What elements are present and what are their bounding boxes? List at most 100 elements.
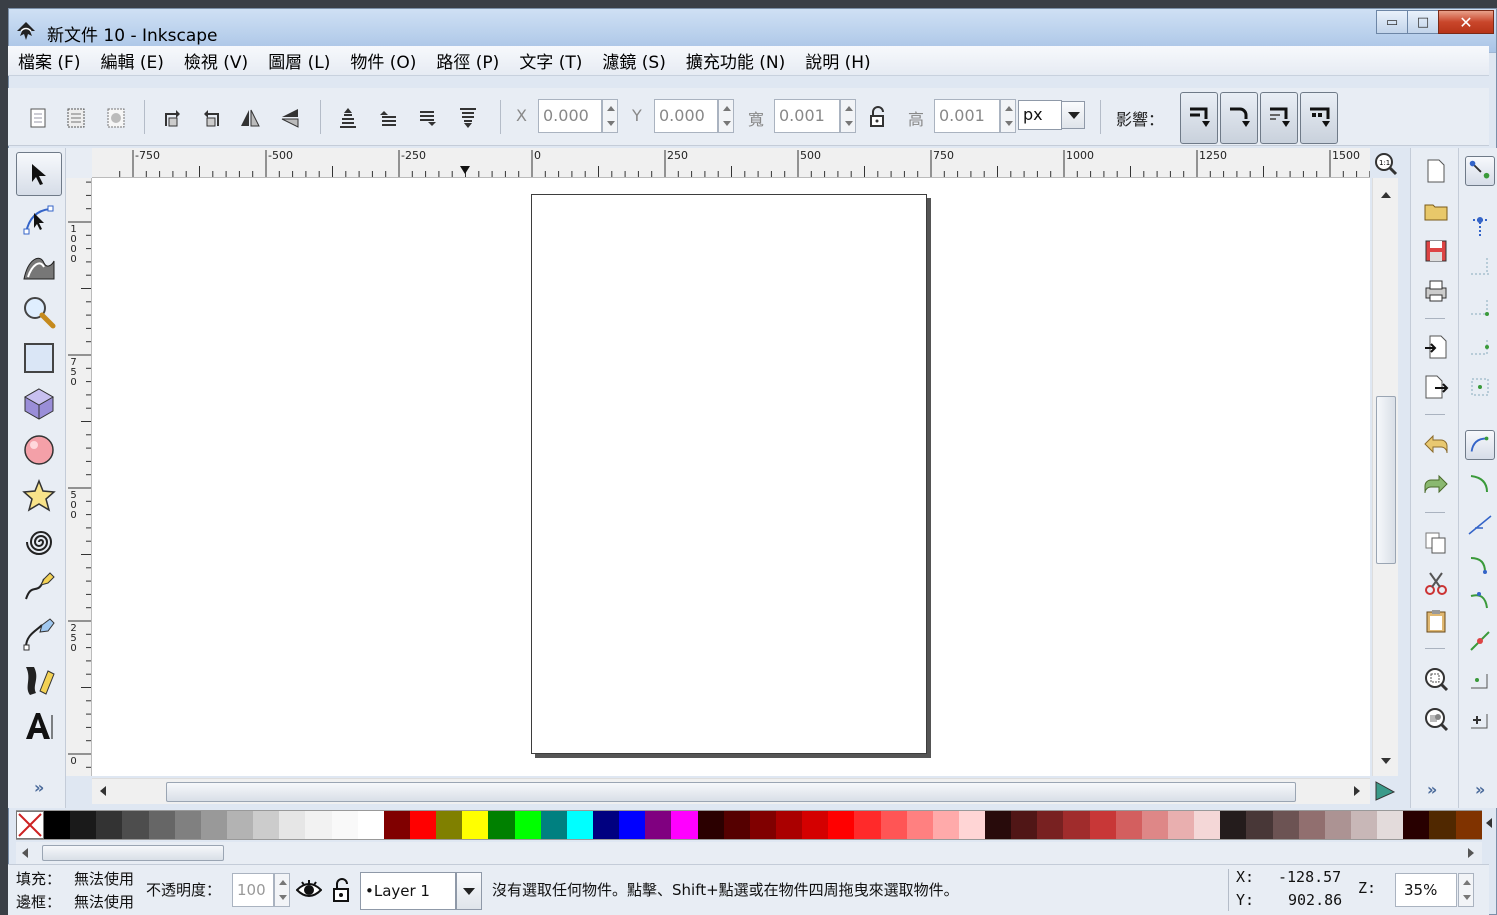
color-swatch[interactable] [645,811,672,839]
color-swatch[interactable] [906,811,933,839]
text-tool[interactable] [16,704,62,748]
unit-dropdown-button[interactable] [1061,101,1085,129]
menu-extensions[interactable]: 擴充功能 (N) [686,48,785,73]
color-swatch[interactable] [514,811,541,839]
menu-object[interactable]: 物件 (O) [350,48,416,73]
color-swatch[interactable] [671,811,698,839]
color-swatch[interactable] [723,811,750,839]
menu-view[interactable]: 檢視 (V) [184,48,248,73]
menu-help[interactable]: 說明 (H) [805,48,870,73]
color-swatch[interactable] [1011,811,1038,839]
snap-paths-icon[interactable] [1465,470,1495,500]
color-swatch[interactable] [540,811,567,839]
snap-rotation-center-icon[interactable] [1465,706,1495,736]
color-swatch[interactable] [279,811,306,839]
zoom-spinner[interactable] [1458,873,1474,907]
color-swatch[interactable] [1220,811,1247,839]
snap-bbox-corner-icon[interactable] [1465,292,1495,322]
horizontal-scroll-thumb[interactable] [166,782,1296,802]
y-spinner[interactable] [718,99,734,133]
color-swatch[interactable] [1429,811,1456,839]
snap-enable-icon[interactable] [1465,156,1495,186]
color-swatch[interactable] [958,811,986,839]
unit-select[interactable]: px [1018,100,1062,130]
transform-gradients-button[interactable] [1260,92,1298,144]
color-swatch[interactable] [1298,811,1325,839]
opacity-spinner[interactable] [274,873,290,907]
snap-bbox-edge-icon[interactable] [1465,252,1495,282]
menu-file[interactable]: 檔案 (F) [18,48,80,73]
color-swatch[interactable] [775,811,803,839]
menu-layer[interactable]: 圖層 (L) [268,48,330,73]
redo-icon[interactable] [1423,472,1449,498]
color-swatch[interactable] [1194,811,1221,839]
color-swatch[interactable] [383,811,410,839]
snap-bbox-icon[interactable] [1465,212,1495,242]
color-swatch[interactable] [828,811,855,839]
scroll-down-icon[interactable] [1381,758,1391,764]
palette-scroll-thumb[interactable] [42,845,224,861]
height-field[interactable]: 0.001 [934,99,1000,133]
x-spinner[interactable] [602,99,618,133]
horizontal-scrollbar[interactable] [92,778,1370,804]
color-swatch[interactable] [932,811,959,839]
color-swatch[interactable] [1115,811,1142,839]
color-swatch[interactable] [96,811,123,839]
color-swatch[interactable] [253,811,280,839]
menu-text[interactable]: 文字 (T) [519,48,582,73]
select-all-layers-icon[interactable] [64,106,88,130]
3dbox-tool[interactable] [16,382,62,426]
snap-cusp-nodes-icon[interactable] [1465,550,1495,580]
menu-edit[interactable]: 編輯 (E) [100,48,163,73]
color-swatch[interactable] [592,811,620,839]
open-folder-icon[interactable] [1423,198,1449,224]
rotate-ccw-icon[interactable] [160,106,184,130]
spiral-tool[interactable] [16,520,62,564]
color-swatch[interactable] [44,811,71,839]
paste-clipboard-icon[interactable] [1423,608,1449,634]
color-swatch[interactable] [148,811,175,839]
vertical-ruler[interactable]: 1000 750 500 250 0 [66,178,92,776]
deselect-icon[interactable] [104,106,128,130]
eye-visibility-icon[interactable] [296,878,322,902]
color-swatch[interactable] [1168,811,1195,839]
menu-filters[interactable]: 濾鏡 (S) [602,48,665,73]
palette-scrollbar[interactable] [16,842,1482,864]
scroll-up-icon[interactable] [1381,192,1391,198]
color-swatch[interactable] [200,811,227,839]
zoom-selection-icon[interactable] [1423,666,1449,692]
selector-tool[interactable] [16,152,62,196]
scale-stroke-button[interactable] [1180,92,1218,144]
color-swatch[interactable] [1324,811,1352,839]
x-field[interactable]: 0.000 [538,99,602,133]
color-swatch[interactable] [462,811,489,839]
circle-tool[interactable] [16,428,62,472]
command-bar-overflow-icon[interactable]: » [1427,780,1437,799]
transform-patterns-button[interactable] [1300,92,1338,144]
snap-bbox-center-icon[interactable] [1465,372,1495,402]
fill-value[interactable]: 無法使用 [74,868,134,889]
color-swatch[interactable] [749,811,776,839]
maximize-button[interactable]: □ [1407,10,1439,34]
zoom-1-to-1-icon[interactable]: 1:1 [1374,152,1398,176]
flip-vertical-icon[interactable] [278,106,302,130]
y-field[interactable]: 0.000 [654,99,718,133]
rotate-cw-icon[interactable] [200,106,224,130]
snap-object-midpoints-icon[interactable] [1465,666,1495,696]
color-swatch[interactable] [854,811,881,839]
color-swatch[interactable] [436,811,463,839]
lower-icon[interactable] [416,106,440,130]
calligraphy-tool[interactable] [16,658,62,702]
color-swatch[interactable] [566,811,593,839]
lower-to-bottom-icon[interactable] [456,106,480,130]
minimize-button[interactable]: ▭ [1376,10,1408,34]
color-swatch[interactable] [802,811,829,839]
palette-scroll-left-icon[interactable] [22,848,28,858]
export-icon[interactable] [1423,374,1449,400]
drawing-canvas[interactable] [92,178,1370,776]
snap-smooth-nodes-icon[interactable] [1465,586,1495,616]
color-swatch[interactable] [1377,811,1404,839]
undo-icon[interactable] [1423,432,1449,458]
cut-scissors-icon[interactable] [1423,570,1449,596]
zoom-tool[interactable] [16,290,62,334]
